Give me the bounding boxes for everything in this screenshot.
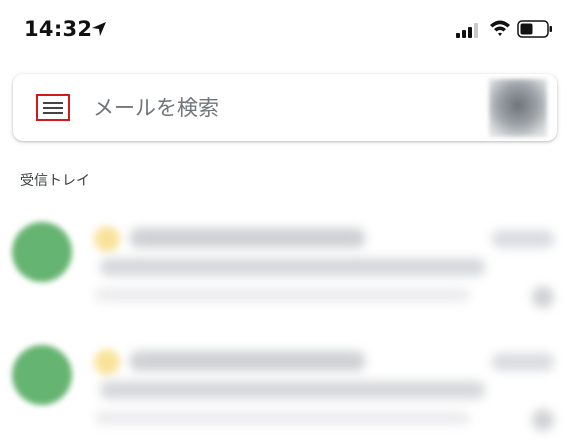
star-icon[interactable] [94,226,120,252]
account-avatar[interactable] [489,79,547,137]
location-arrow-icon [92,22,106,36]
cellular-signal-icon [456,23,478,38]
sender-avatar[interactable] [12,222,72,282]
email-list-item[interactable] [0,333,572,443]
star-icon[interactable] [94,349,120,375]
attachment-icon [532,409,554,431]
email-snippet-blurred [95,411,470,425]
email-date-blurred [492,353,554,371]
status-time: 14:32 [24,17,93,41]
wifi-icon [490,20,510,36]
battery-icon [517,20,552,38]
sender-avatar[interactable] [12,345,72,405]
email-sender-blurred [130,351,365,371]
email-list-item[interactable] [0,210,572,320]
inbox-section-label: 受信トレイ [20,173,90,189]
hamburger-menu-icon[interactable] [36,94,70,121]
email-snippet-blurred [95,288,470,302]
search-bar[interactable]: メールを検索 [13,74,557,141]
search-input[interactable]: メールを検索 [93,93,393,123]
attachment-icon [532,286,554,308]
email-sender-blurred [130,228,365,248]
status-bar: 14:32 [0,0,572,62]
email-subject-blurred [100,258,485,276]
email-subject-blurred [100,381,485,399]
email-date-blurred [492,230,554,248]
